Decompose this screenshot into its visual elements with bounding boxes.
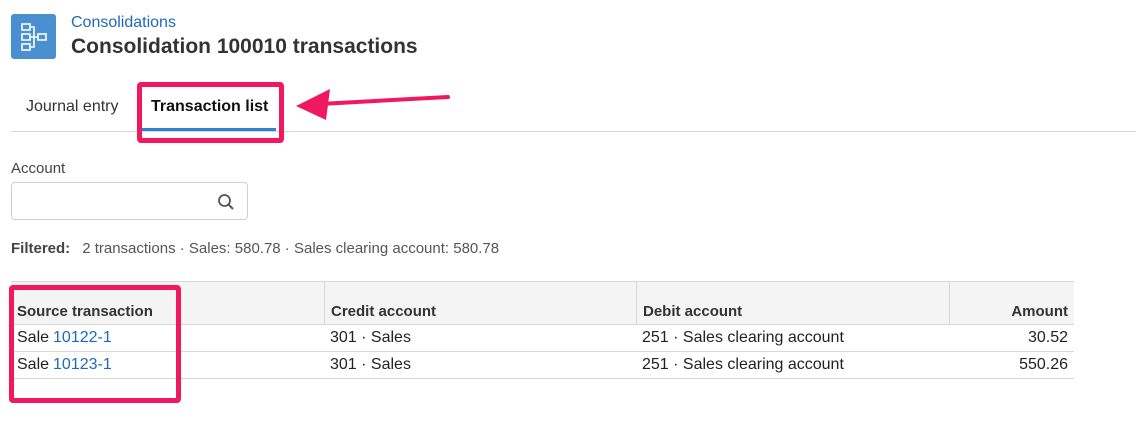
column-header-debit-account[interactable]: Debit account [636, 282, 949, 324]
breadcrumb[interactable]: Consolidations [71, 14, 176, 32]
cell-credit-account: 301 · Sales [330, 329, 411, 346]
tab-journal-entry[interactable]: Journal entry [26, 98, 119, 116]
account-search-box[interactable] [11, 182, 248, 220]
cell-debit-account: 251 · Sales clearing account [642, 356, 844, 373]
cell-credit-account: 301 · Sales [330, 356, 411, 373]
annotation-arrow-icon [296, 89, 450, 120]
cell-amount: 30.52 [1027, 329, 1068, 346]
cell-amount: 550.26 [1019, 356, 1068, 373]
cell-debit-account: 251 · Sales clearing account [642, 329, 844, 346]
page-title: Consolidation 100010 transactions [71, 35, 418, 58]
column-header-credit-account[interactable]: Credit account [324, 282, 636, 324]
search-icon[interactable] [217, 193, 235, 216]
account-field-label: Account [11, 160, 66, 177]
annotation-highlight-tab [137, 82, 284, 143]
consolidation-hierarchy-icon [11, 14, 56, 59]
annotation-highlight-source-column [9, 285, 181, 403]
filter-summary: Filtered: 2 transactions · Sales: 580.78 … [11, 240, 499, 257]
column-header-amount[interactable]: Amount [949, 282, 1074, 324]
filter-summary-text: 2 transactions · Sales: 580.78 · Sales c… [82, 240, 500, 257]
filter-summary-label: Filtered: [11, 240, 71, 257]
account-search-input[interactable] [20, 191, 214, 213]
